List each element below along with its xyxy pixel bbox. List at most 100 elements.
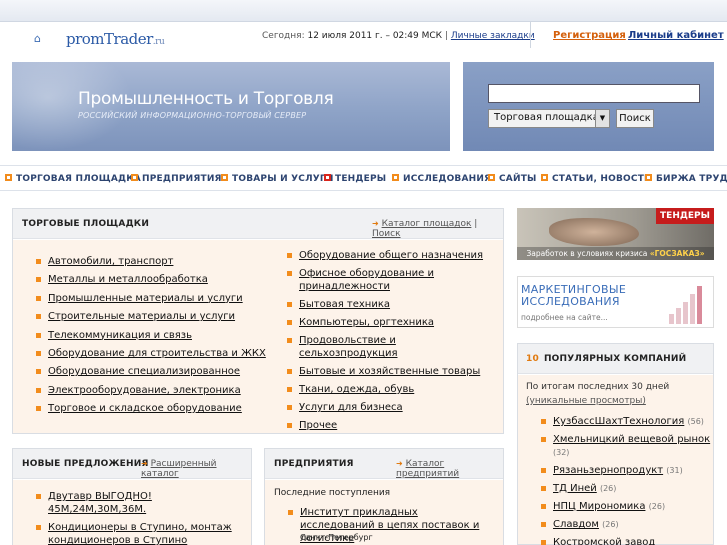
- nav-item-sites[interactable]: САЙТЫ: [488, 174, 537, 184]
- panel-links: ➜ Расширенный каталог: [141, 459, 251, 479]
- date-prefix: Сегодня:: [262, 31, 305, 41]
- list-item[interactable]: Оборудование общего назначения: [287, 249, 492, 262]
- recent-label: Последние поступления: [274, 488, 391, 498]
- marketing-ad-banner[interactable]: МАРКЕТИНГОВЫЕ ИССЛЕДОВАНИЯ подробнее на с…: [517, 276, 714, 328]
- panel-links: ➜ Каталог площадок | Поиск: [372, 219, 503, 239]
- list-item[interactable]: Оборудование специализированное: [36, 365, 266, 378]
- panel-title: ПРЕДПРИЯТИЯ: [274, 459, 354, 469]
- list-item[interactable]: Бытовая техника: [287, 298, 492, 311]
- chevron-down-icon[interactable]: ▼: [595, 110, 609, 127]
- list-item[interactable]: Электрооборудование, электроника: [36, 384, 266, 397]
- list-item[interactable]: Костромской завод Вольнотехники: [541, 536, 721, 545]
- nav-item-articles[interactable]: СТАТЬИ, НОВОСТИ: [541, 174, 652, 184]
- list-item[interactable]: Двутавр ВЫГОДНО! 45М,24М,30М,36М.: [36, 490, 246, 516]
- cabinet-link[interactable]: Личный кабинет: [628, 30, 724, 41]
- panel-links: ➜ Каталог предприятий: [396, 459, 503, 479]
- list-item[interactable]: Ткани, одежда, обувь: [287, 383, 492, 396]
- list-item[interactable]: Офисное оборудование и принадлежности: [287, 267, 492, 293]
- panel-title: 10 ПОПУЛЯРНЫХ КОМПАНИЙ: [526, 354, 687, 364]
- list-item[interactable]: ТД Иней (26): [541, 482, 721, 495]
- search-panel: Торговая площадка ▼ Поиск: [463, 62, 714, 151]
- bookmarks-link[interactable]: Личные закладки: [451, 31, 535, 41]
- panel-header: НОВЫЕ ПРЕДЛОЖЕНИЯ ➜ Расширенный каталог: [13, 449, 251, 479]
- nav-item-research[interactable]: ИССЛЕДОВАНИЯ: [392, 174, 491, 184]
- marketing-more: подробнее на сайте...: [521, 313, 608, 322]
- square-bullet-icon: [392, 174, 399, 181]
- list-item[interactable]: Славдом (26): [541, 518, 721, 531]
- trade-list-left: Автомобили, транспорт Металлы и металлоо…: [36, 255, 266, 421]
- enterprise-city: Санкт-Петербург: [300, 533, 373, 542]
- arrow-icon: ➜: [396, 459, 403, 468]
- nav-item-jobs[interactable]: БИРЖА ТРУДА: [645, 174, 727, 184]
- site-banner: Промышленность и Торговля РОССИЙСКИЙ ИНФ…: [12, 62, 450, 151]
- panel-title: ТОРГОВЫЕ ПЛОЩАДКИ: [22, 219, 150, 229]
- list-item[interactable]: Услуги для бизнеса: [287, 401, 492, 414]
- enterprises-catalog-link[interactable]: Каталог предприятий: [396, 459, 459, 479]
- square-bullet-icon: [131, 174, 138, 181]
- link-separator: |: [474, 219, 478, 229]
- new-offers-panel: НОВЫЕ ПРЕДЛОЖЕНИЯ ➜ Расширенный каталог …: [12, 448, 252, 545]
- tenders-tag: ТЕНДЕРЫ: [656, 208, 714, 224]
- tenders-ad-banner[interactable]: ТЕНДЕРЫ Заработок в условиях кризиса «ГО…: [517, 208, 714, 260]
- square-bullet-icon: [324, 174, 331, 181]
- list-item[interactable]: Рязаньзернопродукт (31): [541, 464, 721, 477]
- trade-platforms-panel: ТОРГОВЫЕ ПЛОЩАДКИ ➜ Каталог площадок | П…: [12, 208, 504, 434]
- growth-chart-icon: [669, 282, 705, 324]
- list-item[interactable]: Автомобили, транспорт: [36, 255, 266, 268]
- top10-description: По итогам последних 30 дней (уникальные …: [526, 382, 670, 406]
- panel-body: Последние поступления Институт прикладны…: [265, 480, 503, 545]
- register-link[interactable]: Регистрация: [553, 30, 626, 41]
- offers-list: Двутавр ВЫГОДНО! 45М,24М,30М,36М. Кондиц…: [36, 490, 246, 545]
- square-bullet-icon: [5, 174, 12, 181]
- enterprises-panel: ПРЕДПРИЯТИЯ ➜ Каталог предприятий Послед…: [264, 448, 504, 545]
- extended-catalog-link[interactable]: Расширенный каталог: [141, 459, 217, 479]
- list-item[interactable]: Оборудование для строительства и ЖКХ: [36, 347, 266, 360]
- list-item[interactable]: Хмельницкий вещевой рынок (32): [541, 433, 721, 459]
- search-link[interactable]: Поиск: [372, 229, 401, 239]
- list-item[interactable]: Бытовые и хозяйственные товары: [287, 365, 492, 378]
- home-icon[interactable]: ⌂: [34, 33, 46, 44]
- header-bar: ⌂ promTrader.ru Сегодня: 12 июля 2011 г.…: [0, 22, 727, 48]
- list-item[interactable]: Кондиционеры в Ступино, монтаж кондицион…: [36, 521, 246, 545]
- panel-body: Автомобили, транспорт Металлы и металлоо…: [13, 240, 503, 433]
- nav-item-tenders[interactable]: ТЕНДЕРЫ: [324, 174, 386, 184]
- list-item[interactable]: Торговое и складское оборудование: [36, 402, 266, 415]
- arrow-icon: ➜: [372, 219, 379, 228]
- nav-item-trade[interactable]: ТОРГОВАЯ ПЛОЩАДКА: [5, 174, 141, 184]
- date-line: Сегодня: 12 июля 2011 г. – 02:49 МСК | Л…: [262, 31, 535, 41]
- search-button[interactable]: Поиск: [616, 109, 654, 128]
- arrow-icon: ➜: [141, 459, 148, 468]
- tenders-caption: Заработок в условиях кризиса «ГОСЗАКАЗ»: [517, 247, 714, 260]
- nav-item-enterprises[interactable]: ПРЕДПРИЯТИЯ: [131, 174, 222, 184]
- list-item[interactable]: КузбассШахтТехнология (56): [541, 415, 721, 428]
- list-item[interactable]: Прочее: [287, 419, 492, 432]
- site-logo[interactable]: promTrader.ru: [66, 30, 165, 48]
- nav-item-goods[interactable]: ТОВАРЫ И УСЛУГИ: [221, 174, 334, 184]
- search-input[interactable]: [488, 84, 700, 103]
- list-item[interactable]: Телекоммуникация и связь: [36, 329, 266, 342]
- list-item[interactable]: Строительные материалы и услуги: [36, 310, 266, 323]
- square-bullet-icon: [645, 174, 652, 181]
- date-value: 12 июля 2011 г. – 02:49 МСК: [307, 31, 443, 41]
- list-item[interactable]: Продовольствие и сельхозпродукция: [287, 334, 492, 360]
- header-divider: [530, 22, 531, 48]
- panel-header: ПРЕДПРИЯТИЯ ➜ Каталог предприятий: [265, 449, 503, 479]
- panel-header: 10 ПОПУЛЯРНЫХ КОМПАНИЙ: [518, 344, 713, 374]
- list-item[interactable]: Компьютеры, оргтехника: [287, 316, 492, 329]
- catalog-link[interactable]: Каталог площадок: [382, 219, 472, 229]
- banner-subtitle: РОССИЙСКИЙ ИНФОРМАЦИОННО-ТОРГОВЫЙ СЕРВЕР: [78, 111, 307, 120]
- top-companies-panel: 10 ПОПУЛЯРНЫХ КОМПАНИЙ По итогам последни…: [517, 343, 714, 545]
- unique-views-link[interactable]: (уникальные просмотры): [526, 396, 646, 406]
- handshake-image: [549, 218, 639, 246]
- main-nav: ТОРГОВАЯ ПЛОЩАДКА ПРЕДПРИЯТИЯ ТОВАРЫ И У…: [0, 165, 727, 191]
- trade-list-right: Оборудование общего назначения Офисное о…: [287, 249, 492, 437]
- square-bullet-icon: [221, 174, 228, 181]
- list-item[interactable]: Промышленные материалы и услуги: [36, 292, 266, 305]
- list-item[interactable]: НПЦ Мирономика (26): [541, 500, 721, 513]
- search-category-select[interactable]: Торговая площадка ▼: [488, 109, 610, 128]
- square-bullet-icon: [488, 174, 495, 181]
- list-item[interactable]: Металлы и металлообработка: [36, 273, 266, 286]
- square-bullet-icon: [541, 174, 548, 181]
- panel-title: НОВЫЕ ПРЕДЛОЖЕНИЯ: [22, 459, 149, 469]
- panel-header: ТОРГОВЫЕ ПЛОЩАДКИ ➜ Каталог площадок | П…: [13, 209, 503, 239]
